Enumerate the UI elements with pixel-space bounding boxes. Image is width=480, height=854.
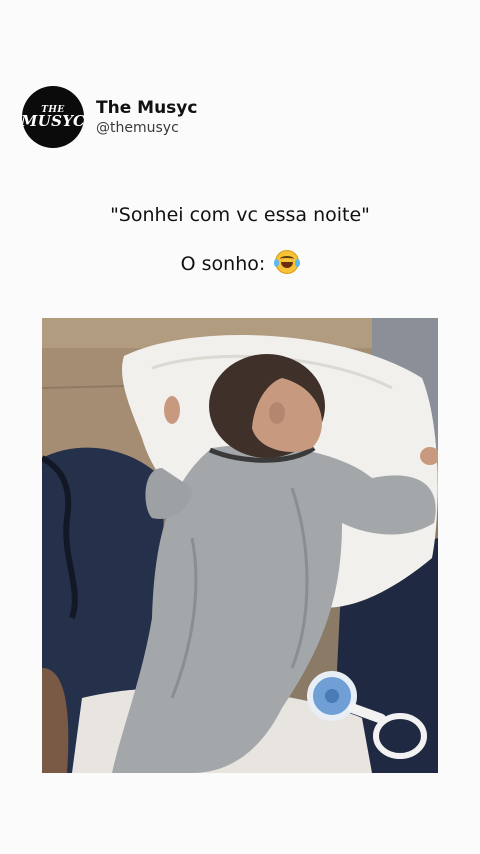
quote-text: "Sonhei com vc essa noite" <box>110 204 370 226</box>
caption-line: O sonho: <box>0 250 480 275</box>
post-photo[interactable] <box>42 318 438 773</box>
caption-text: O sonho: <box>180 253 266 275</box>
post-header: THE MUSYC The Musyc @themusyc <box>20 86 197 148</box>
author-info: The Musyc @themusyc <box>96 98 197 136</box>
avatar-logo-line2: MUSYC <box>20 112 86 131</box>
author-handle[interactable]: @themusyc <box>96 120 197 136</box>
face-with-tears-of-joy-icon <box>274 250 301 274</box>
author-display-name[interactable]: The Musyc <box>96 98 197 118</box>
baby-sleeping-image <box>42 318 438 773</box>
avatar[interactable]: THE MUSYC <box>20 86 86 148</box>
